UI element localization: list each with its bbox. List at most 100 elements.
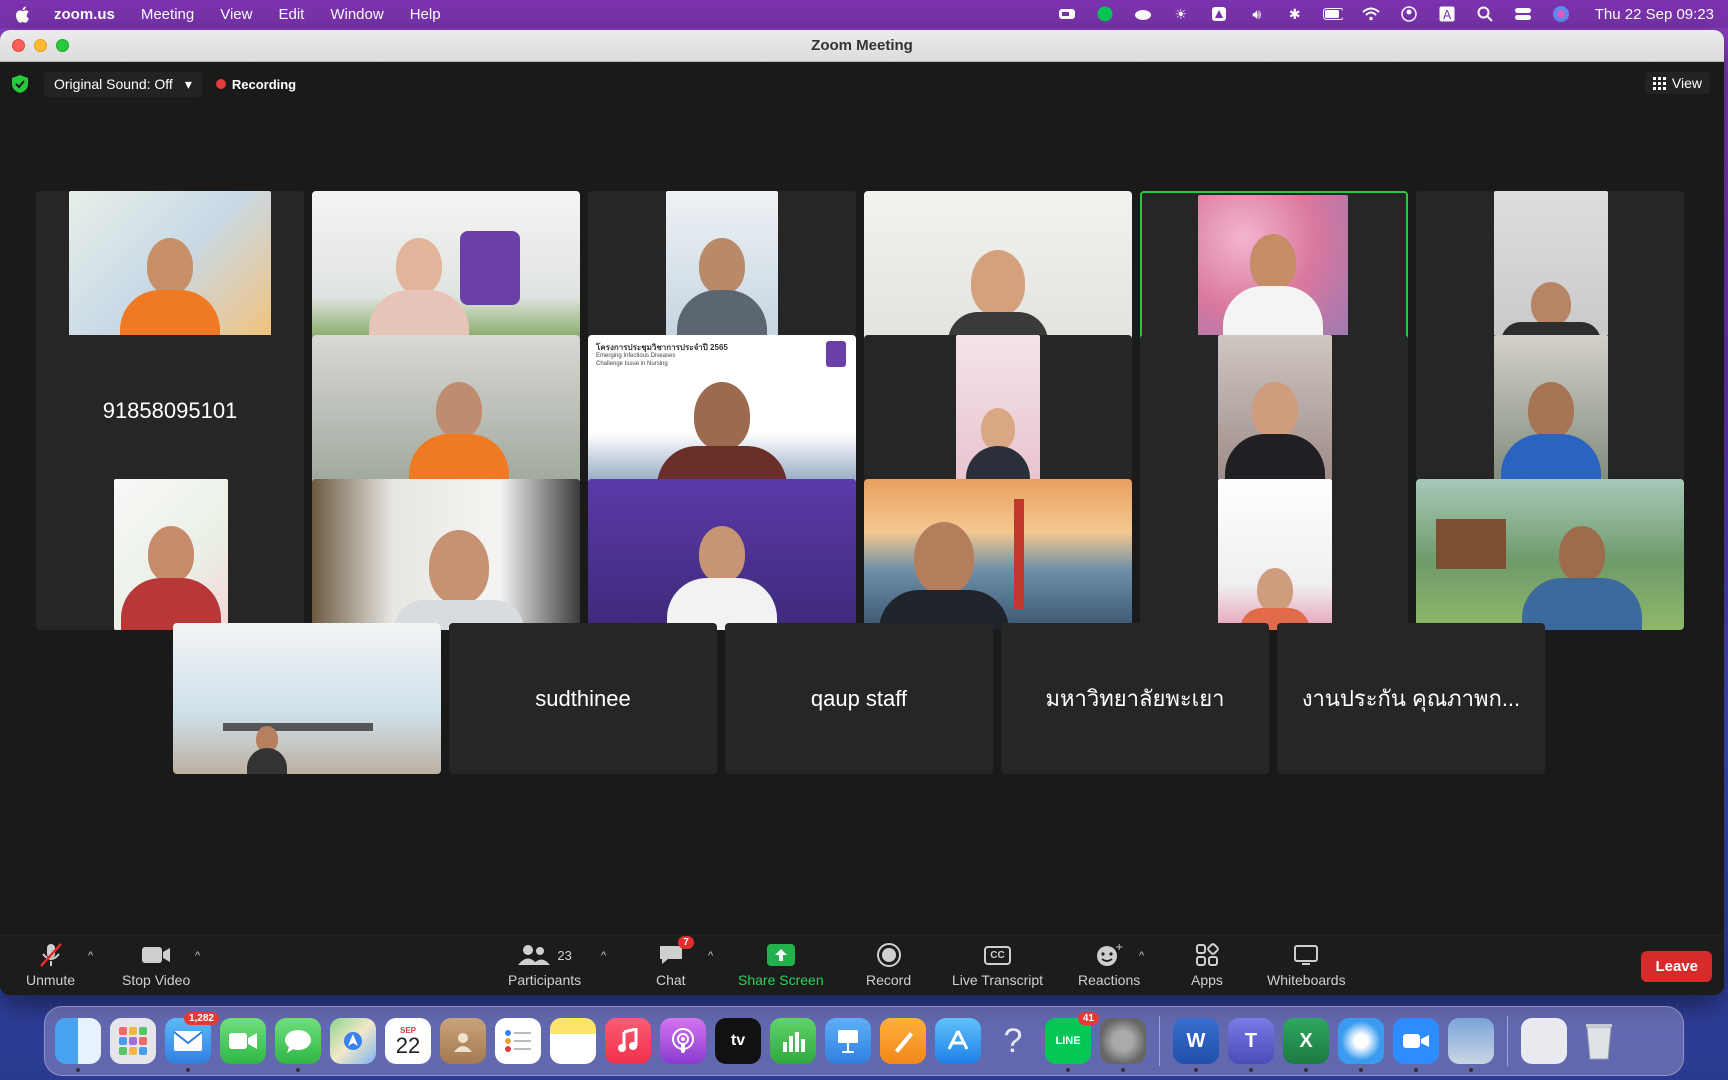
- video-tile[interactable]: [864, 191, 1132, 342]
- facetime-icon[interactable]: [220, 1018, 266, 1064]
- volume-icon[interactable]: 🔊︎: [1247, 5, 1267, 23]
- apple-tv-icon[interactable]: tv: [715, 1018, 761, 1064]
- video-options-caret-icon[interactable]: ^: [195, 950, 200, 962]
- cloud-icon[interactable]: [1133, 5, 1153, 23]
- apps-button[interactable]: Apps: [1191, 942, 1223, 988]
- line-app-icon[interactable]: LINE 41: [1045, 1012, 1099, 1072]
- drive-icon[interactable]: [1209, 5, 1229, 23]
- view-button[interactable]: View: [1644, 72, 1710, 94]
- video-tile[interactable]: [36, 191, 304, 342]
- video-tile[interactable]: [864, 335, 1132, 486]
- video-tile[interactable]: [173, 623, 441, 774]
- view-label: View: [1671, 75, 1702, 91]
- participants-options-caret-icon[interactable]: ^: [601, 950, 606, 962]
- numbers-icon[interactable]: [770, 1018, 816, 1064]
- reactions-button[interactable]: + Reactions: [1078, 942, 1140, 988]
- chevron-down-icon[interactable]: ▾: [185, 76, 192, 93]
- video-tile[interactable]: [1140, 479, 1408, 630]
- siri-icon[interactable]: [1551, 5, 1571, 23]
- video-tile-name-only[interactable]: งานประกัน คุณภาพก...: [1277, 623, 1545, 774]
- menu-view[interactable]: View: [220, 6, 252, 23]
- word-icon[interactable]: W: [1173, 1018, 1219, 1072]
- menu-help[interactable]: Help: [410, 6, 441, 23]
- user-icon[interactable]: [1399, 5, 1419, 23]
- brightness-icon[interactable]: ☀: [1171, 5, 1191, 23]
- participants-button[interactable]: 23 Participants: [508, 942, 581, 988]
- music-icon[interactable]: [605, 1018, 651, 1064]
- menu-window[interactable]: Window: [330, 6, 383, 23]
- video-tile-active-speaker[interactable]: [1140, 191, 1408, 342]
- control-center-icon[interactable]: [1513, 5, 1533, 23]
- preview-icon[interactable]: [1448, 1018, 1494, 1072]
- chat-button[interactable]: 7 Chat: [656, 936, 694, 988]
- audio-options-caret-icon[interactable]: ^: [88, 950, 93, 962]
- reactions-label: Reactions: [1078, 972, 1141, 988]
- leave-button[interactable]: Leave: [1641, 951, 1712, 982]
- live-transcript-button[interactable]: CC Live Transcript: [952, 942, 1043, 988]
- video-tile[interactable]: [588, 479, 856, 630]
- trash-icon[interactable]: [1576, 1018, 1622, 1064]
- menubar-clock[interactable]: Thu 22 Sep 09:23: [1595, 6, 1714, 23]
- input-source-icon[interactable]: A: [1437, 5, 1457, 23]
- participant-video: [1218, 335, 1332, 486]
- launchpad-icon[interactable]: [110, 1018, 156, 1064]
- chat-options-caret-icon[interactable]: ^: [708, 950, 713, 962]
- video-tile-name-only[interactable]: qaup staff: [725, 623, 993, 774]
- downloads-folder-icon[interactable]: [1521, 1018, 1567, 1064]
- finder-icon[interactable]: [55, 1018, 101, 1072]
- video-tile-name-only[interactable]: มหาวิทยาลัยพะเยา: [1001, 623, 1269, 774]
- teams-icon[interactable]: T: [1228, 1018, 1274, 1072]
- video-tile[interactable]: [1416, 191, 1684, 342]
- whiteboards-button[interactable]: Whiteboards: [1267, 942, 1346, 988]
- bluetooth-icon[interactable]: ✱: [1285, 5, 1305, 23]
- system-preferences-gear-icon[interactable]: [1100, 1018, 1146, 1072]
- pages-icon[interactable]: [880, 1018, 926, 1064]
- zoom-status-icon[interactable]: [1057, 5, 1077, 23]
- app-store-icon[interactable]: [935, 1018, 981, 1064]
- contacts-icon[interactable]: [440, 1018, 486, 1064]
- video-tile[interactable]: [36, 479, 304, 630]
- apple-icon[interactable]: [14, 4, 32, 24]
- university-logo-icon: [826, 341, 846, 367]
- reminders-icon[interactable]: [495, 1018, 541, 1064]
- reactions-options-caret-icon[interactable]: ^: [1139, 950, 1144, 962]
- menu-meeting[interactable]: Meeting: [141, 6, 194, 23]
- excel-icon[interactable]: X: [1283, 1018, 1329, 1072]
- search-icon[interactable]: [1475, 5, 1495, 23]
- podcasts-icon[interactable]: [660, 1018, 706, 1064]
- zoom-app-icon[interactable]: [1393, 1018, 1439, 1072]
- video-tile[interactable]: [588, 191, 856, 342]
- share-screen-button[interactable]: Share Screen: [738, 942, 824, 988]
- participant-video: [312, 335, 580, 486]
- notes-icon[interactable]: [550, 1018, 596, 1064]
- mail-icon[interactable]: 1,282: [165, 1012, 219, 1072]
- video-tile-slide[interactable]: โครงการประชุมวิชาการประจำปี 2565 Emergin…: [588, 335, 856, 486]
- safari-icon[interactable]: [1338, 1018, 1384, 1072]
- calendar-icon[interactable]: SEP 22: [385, 1018, 431, 1064]
- video-tile[interactable]: [1416, 479, 1684, 630]
- unmute-button[interactable]: Unmute: [26, 942, 75, 988]
- menu-edit[interactable]: Edit: [278, 6, 304, 23]
- encryption-shield-icon[interactable]: [12, 75, 28, 93]
- messages-icon[interactable]: [275, 1018, 321, 1072]
- stop-video-button[interactable]: Stop Video: [122, 942, 190, 988]
- wifi-icon[interactable]: [1361, 5, 1381, 23]
- video-tile[interactable]: [1140, 335, 1408, 486]
- video-tile[interactable]: [312, 335, 580, 486]
- closed-captions-icon: CC: [984, 942, 1011, 968]
- video-tile[interactable]: [312, 191, 580, 342]
- line-status-icon[interactable]: [1095, 5, 1115, 23]
- record-button[interactable]: Record: [866, 942, 911, 988]
- help-question-icon[interactable]: ?: [990, 1018, 1036, 1064]
- video-tile[interactable]: [864, 479, 1132, 630]
- mic-muted-icon: [38, 942, 64, 968]
- video-tile-name-only[interactable]: 91858095101: [36, 335, 304, 486]
- video-tile-name-only[interactable]: sudthinee: [449, 623, 717, 774]
- keynote-icon[interactable]: [825, 1018, 871, 1064]
- original-sound-toggle[interactable]: Original Sound: Off ▾: [44, 71, 202, 97]
- menu-app-name[interactable]: zoom.us: [54, 6, 115, 23]
- maps-icon[interactable]: [330, 1018, 376, 1064]
- video-tile[interactable]: [312, 479, 580, 630]
- video-tile[interactable]: [1416, 335, 1684, 486]
- battery-icon[interactable]: [1322, 5, 1343, 23]
